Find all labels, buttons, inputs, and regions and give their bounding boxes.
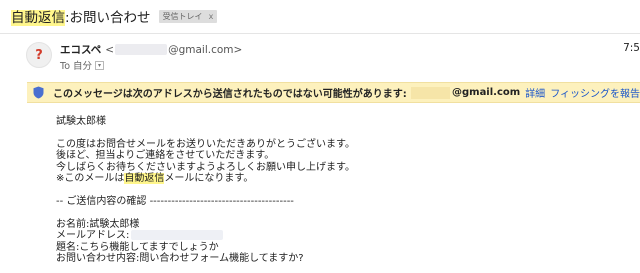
body-line: この度はお問合せメールをお送りいただきありがとうございます。 [56,138,355,150]
body-email-label: メールアドレス: [56,230,130,242]
sender-email-open: < [105,43,115,56]
subject-text: :お問い合わせ [65,10,151,26]
subject-highlight: 自動返信 [11,10,65,26]
recipient-text: To 自分 [60,61,93,72]
body-line: 後ほど、担当よりご連絡をさせていただきます。 [56,150,275,162]
recipient-line: To 自分 ▾ [60,58,105,72]
warning-email: @gmail.com [451,87,521,98]
message-body: 試験太郎様 この度はお問合せメールをお送りいただきありがとうございます。 後ほど… [56,116,355,265]
body-email-redacted [131,230,224,241]
body-text: メールになります。 [164,173,254,185]
body-name-line: お名前:試験太郎様 [56,218,140,230]
unknown-sender-icon: ? [35,47,43,63]
email-subject: 自動返信:お問い合わせ [11,6,151,26]
header-divider [0,33,640,34]
sender-name[interactable]: エコスペ [60,42,101,57]
phishing-warning-banner: このメッセージは次のアドレスから送信されたものではない可能性があります: @gm… [27,82,640,103]
warning-email-redacted [410,86,450,99]
sender-email-redacted [115,44,168,55]
sender-email: @gmail.com> [168,43,243,56]
body-text: ※このメールは [56,173,125,185]
body-inquiry-line: お問い合わせ内容:問い合わせフォーム機能してますか? [56,253,304,265]
warning-text: このメッセージは次のアドレスから送信されたものではない可能性があります: [53,89,407,100]
remove-label-icon[interactable]: x [209,12,214,21]
message-time: 7:5 [623,42,640,54]
body-subject-line: 題名:こちら機能してますでしょうか [56,241,219,253]
body-line-auto-reply: ※このメールは自動返信メールになります。 [56,173,355,185]
body-email-line: メールアドレス: [56,230,355,242]
shield-icon [33,86,44,99]
body-divider-line: -- ご送信内容の確認 ----------------------------… [56,195,294,207]
report-phishing-link[interactable]: フィッシングを報告 [550,85,640,100]
subject-row: 自動返信:お問い合わせ 受信トレイ x [0,4,218,28]
body-line: 今しばらくお待ちくださいますようよろしくお願い申し上げます。 [56,161,355,173]
sender-avatar: ? [26,42,52,68]
inbox-label-text: 受信トレイ [162,11,203,21]
details-link[interactable]: 詳細 [525,85,545,100]
inbox-label-chip[interactable]: 受信トレイ x [158,9,218,23]
body-highlight: 自動返信 [124,173,165,185]
body-greeting: 試験太郎様 [56,116,106,127]
show-details-caret-icon[interactable]: ▾ [95,60,105,70]
sender-line: エコスペ < @gmail.com> [60,42,242,57]
